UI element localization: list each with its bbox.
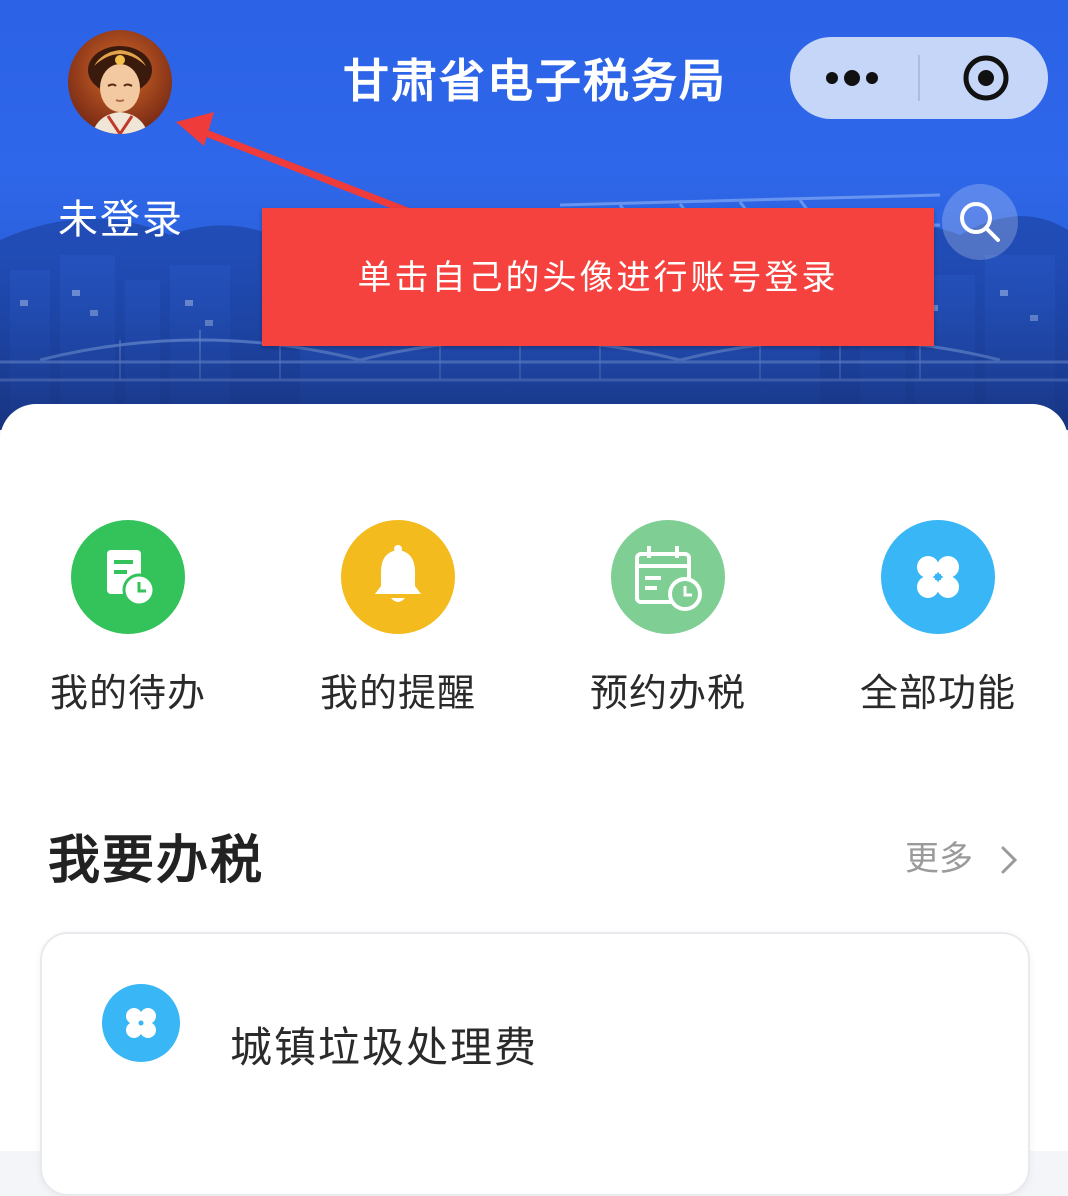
- miniprogram-capsule: [790, 37, 1048, 119]
- grid-four-icon: [102, 984, 180, 1062]
- tax-items-card: 城镇垃圾处理费: [40, 932, 1030, 1196]
- login-tip-callout: 单击自己的头像进行账号登录: [262, 208, 934, 346]
- more-link-text: 更多: [905, 839, 973, 879]
- more-link[interactable]: 更多: [905, 836, 1025, 886]
- app-title: 甘肃省电子税务局: [343, 54, 727, 108]
- quick-action-todo[interactable]: 我的待办: [28, 520, 228, 720]
- grid-four-icon: [881, 520, 995, 634]
- login-status-text[interactable]: 未登录: [58, 192, 184, 248]
- quick-action-label: 全部功能: [859, 671, 1016, 715]
- avatar-portrait-icon: [68, 30, 172, 134]
- quick-action-all-functions[interactable]: 全部功能: [838, 520, 1038, 720]
- more-options-button[interactable]: [790, 37, 918, 119]
- login-tip-text: 单击自己的头像进行账号登录: [357, 258, 839, 298]
- quick-action-label: 我的提醒: [319, 671, 476, 715]
- close-miniprogram-button[interactable]: [920, 37, 1048, 119]
- user-avatar[interactable]: [68, 30, 172, 134]
- tax-item-label: 城镇垃圾处理费: [230, 1023, 539, 1072]
- section-title-tax: 我要办税: [48, 831, 265, 891]
- quick-action-label: 预约办税: [589, 671, 746, 715]
- search-button[interactable]: [942, 184, 1018, 260]
- tax-item-garbage-fee[interactable]: 城镇垃圾处理费: [42, 974, 1028, 1084]
- calendar-clock-icon: [611, 520, 725, 634]
- chevron-right-icon: [1001, 846, 1018, 874]
- quick-action-appointment[interactable]: 预约办税: [568, 520, 768, 720]
- close-target-icon: [963, 55, 1009, 101]
- bell-icon: [341, 520, 455, 634]
- quick-action-reminder[interactable]: 我的提醒: [298, 520, 498, 720]
- more-dots-icon: [826, 70, 878, 86]
- search-icon: [960, 202, 1000, 242]
- quick-action-label: 我的待办: [49, 671, 206, 715]
- header-banner: 甘肃省电子税务局 未登录 单击自己的头像进行账号登录: [0, 0, 1068, 430]
- todo-clock-icon: [71, 520, 185, 634]
